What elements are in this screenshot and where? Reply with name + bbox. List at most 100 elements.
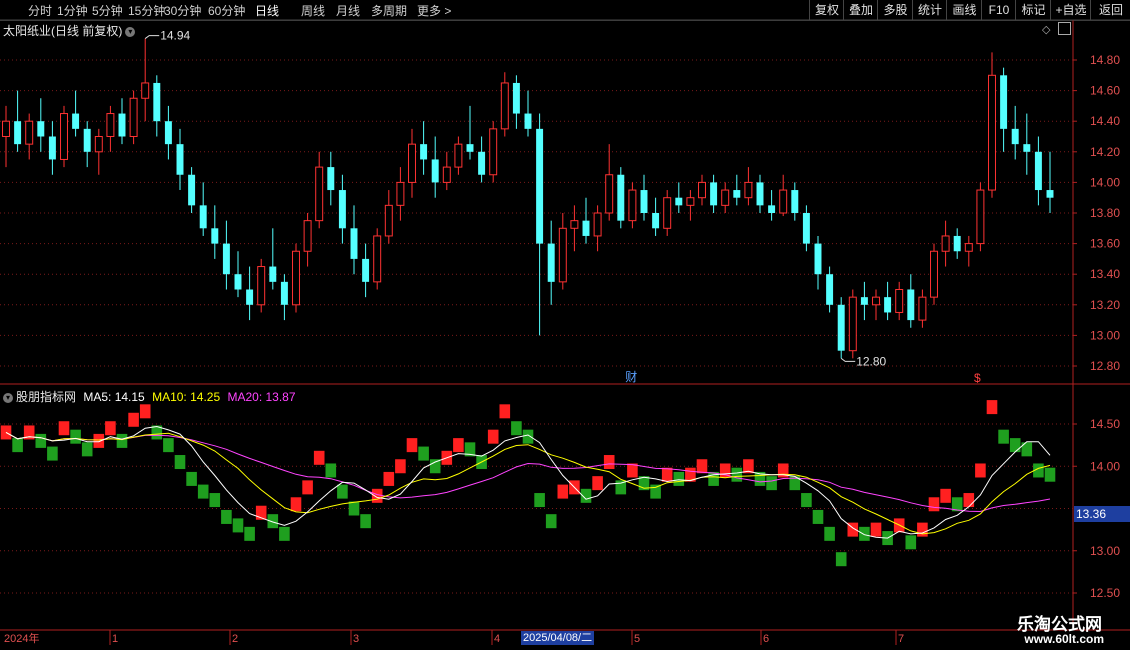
sub-block-31 — [360, 514, 371, 529]
x-axis-month-2: 3 — [353, 633, 359, 645]
candle-body-44 — [512, 82, 520, 114]
sub-block-29 — [337, 484, 348, 499]
candle-body-39 — [454, 143, 463, 168]
sub-block-20 — [232, 518, 244, 533]
candle-body-64 — [744, 181, 753, 199]
candle-body-77 — [895, 289, 904, 313]
x-axis-month-6: 7 — [898, 633, 904, 645]
sub-block-70 — [812, 509, 824, 524]
sub-block-72 — [835, 552, 847, 567]
candle-body-6 — [72, 113, 80, 129]
sub-y-tick-1: 14.00 — [1090, 459, 1120, 473]
sub-block-69 — [801, 493, 812, 508]
candle-body-82 — [953, 235, 961, 252]
sub-block-80 — [928, 497, 940, 512]
candle-body-2 — [25, 120, 34, 145]
candle-body-0 — [2, 120, 10, 137]
main-y-tick-1: 14.60 — [1090, 84, 1120, 98]
candle-body-8 — [94, 136, 103, 153]
candle-body-19 — [222, 243, 230, 275]
sub-block-14 — [163, 438, 174, 453]
candle-body-1 — [14, 121, 22, 145]
candle-body-55 — [640, 190, 648, 213]
sub-block-1 — [12, 438, 23, 453]
x-axis-month-3: 4 — [494, 633, 500, 645]
candlestick-chart[interactable]: 14.80 14.60 14.40 14.20 14.00 13.80 13.60 13.40… — [0, 0, 1130, 650]
candle-body-29 — [338, 190, 346, 229]
candle-body-68 — [791, 190, 799, 213]
candle-body-89 — [1034, 151, 1042, 191]
candle-body-48 — [558, 227, 567, 283]
sub-block-9 — [105, 421, 116, 436]
sub-y-tick-3: 12.50 — [1090, 586, 1120, 600]
sub-block-12 — [139, 404, 151, 419]
candle-body-79 — [918, 296, 927, 321]
sub-block-57 — [661, 467, 673, 482]
sub-block-18 — [209, 493, 221, 508]
candle-body-26 — [303, 220, 312, 252]
sub-block-11 — [128, 412, 139, 427]
candle-body-18 — [211, 228, 219, 244]
sub-block-15 — [174, 455, 186, 470]
candle-body-34 — [396, 181, 405, 206]
candle-body-60 — [698, 181, 706, 199]
candle-body-40 — [466, 144, 474, 152]
sub-block-48 — [557, 484, 569, 499]
sub-block-87 — [1009, 438, 1021, 453]
sub-block-46 — [534, 493, 545, 508]
candle-body-17 — [199, 205, 207, 229]
candle-body-37 — [431, 159, 439, 183]
candle-body-30 — [350, 228, 358, 259]
candle-body-36 — [420, 144, 428, 160]
high-marker-line — [144, 35, 160, 39]
candle-body-61 — [710, 182, 718, 206]
candle-body-22 — [257, 266, 266, 306]
low-marker-label: 12.80 — [856, 354, 886, 368]
candle-body-85 — [988, 74, 996, 191]
candle-body-38 — [442, 166, 451, 183]
indicator-legend: ▾ 股朋指标网 MA5: 14.15 MA10: 14.25 MA20: 13.8… — [3, 388, 296, 405]
candle-body-71 — [826, 274, 834, 305]
indicator-settings-icon[interactable]: ▾ — [3, 392, 13, 403]
candle-body-3 — [37, 121, 45, 137]
watermark-url: www.60lt.com — [1024, 632, 1104, 646]
panel-options-icon[interactable]: ◇ — [1042, 23, 1050, 36]
candle-body-84 — [976, 189, 985, 245]
sub-block-47 — [545, 514, 557, 529]
main-y-tick-7: 13.40 — [1090, 267, 1120, 281]
ma5-label: MA5: 14.15 — [83, 390, 145, 404]
main-y-tick-3: 14.20 — [1090, 145, 1120, 159]
candle-body-74 — [860, 297, 868, 305]
sub-block-83 — [963, 493, 975, 508]
sub-block-78 — [905, 535, 917, 550]
x-axis-year-label: 2024年 — [4, 631, 39, 645]
panel-maximize-icon[interactable] — [1058, 22, 1071, 35]
sub-block-33 — [383, 471, 395, 486]
main-y-tick-5: 13.80 — [1090, 206, 1120, 220]
sub-block-71 — [824, 526, 835, 541]
x-axis-month-5: 6 — [763, 633, 769, 645]
sub-block-24 — [279, 526, 290, 541]
ma20-label: MA20: 13.87 — [227, 390, 296, 404]
candle-body-73 — [848, 296, 857, 352]
main-y-tick-9: 13.00 — [1090, 328, 1120, 342]
sub-block-58 — [673, 471, 685, 486]
sub-y-tick-0: 14.50 — [1090, 417, 1120, 431]
sub-block-84 — [975, 463, 986, 478]
candle-body-76 — [884, 297, 892, 313]
sub-block-85 — [986, 400, 998, 415]
candle-body-81 — [941, 235, 950, 252]
candle-body-24 — [280, 281, 288, 305]
sub-current-value: 13.36 — [1076, 507, 1106, 521]
candle-body-51 — [593, 212, 602, 237]
sub-block-28 — [325, 463, 337, 478]
stock-title[interactable]: 太阳纸业(日线 前复权) ▾ — [3, 22, 136, 39]
finance-event-marker: 财 — [625, 370, 637, 384]
sub-block-81 — [940, 488, 951, 503]
candle-body-4 — [48, 136, 56, 160]
stock-title-text: 太阳纸业(日线 前复权) — [3, 24, 123, 38]
chevron-down-icon[interactable]: ▾ — [125, 26, 136, 37]
candle-body-42 — [489, 128, 498, 176]
main-y-tick-8: 13.20 — [1090, 298, 1120, 312]
candle-body-33 — [384, 204, 393, 237]
